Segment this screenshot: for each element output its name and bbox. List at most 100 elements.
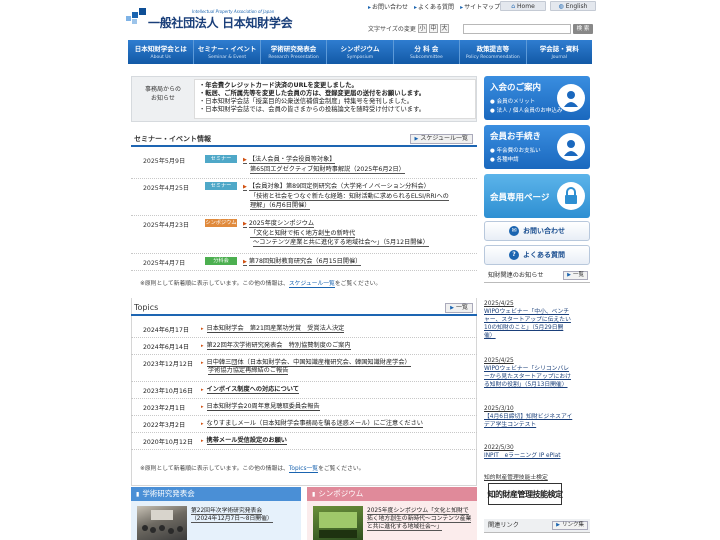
font-size-large[interactable]: 大 <box>439 24 449 33</box>
topics-line: 第22回年次学術研究発表会 特別協賛制度のご案内 <box>206 342 351 350</box>
sitemap-link[interactable]: サイトマップ <box>460 2 500 11</box>
home-icon: ⌂ <box>511 2 516 10</box>
faq-button[interactable]: ? よくある質問 <box>484 245 590 265</box>
news-date: 2025/4/25 <box>484 358 514 364</box>
research-text[interactable]: 第22回年次学術研究発表会 （2024年12月7日～8日開催） <box>191 507 273 523</box>
notice-item[interactable]: ・日本知財学会誌「授業目的公衆送信補償金制度」特集号を発刊しました。 <box>199 98 471 106</box>
related-news-list-button[interactable]: ▶ 一覧 <box>563 271 588 280</box>
arrow-icon: ▶ <box>243 221 247 228</box>
topics-date: 2024年6月17日 <box>143 327 190 334</box>
topics-row[interactable]: 2020年10月12日 携帯メール受信設定のお願い <box>131 433 477 450</box>
font-size-small[interactable]: 小 <box>417 24 427 33</box>
news-date: 2025/3/10 <box>484 406 514 412</box>
member-procedures-button[interactable]: 会員お手続き ● 年会費のお支払い ● 各種申請 <box>484 125 590 169</box>
notice-item[interactable]: ・年会費クレジットカード決済のURLを変更しました。 <box>199 82 471 90</box>
nav-research-label: 学術研究発表会 <box>270 45 317 53</box>
arrow-icon: ▶ <box>243 157 247 164</box>
procedures-item-label: 年会費のお支払い <box>496 148 541 154</box>
related-news-header: 知財関連のお知らせ ▶ 一覧 <box>484 269 590 283</box>
seminar-text[interactable]: ▶ 【会員対象】第89回定例研究会（大学発イノベーション分科会） 「技術と社会をつ… <box>243 182 449 210</box>
notice-item[interactable]: ・日本知財学会誌では、会員の皆さまからの投稿論文を随時受け付けています。 <box>199 106 471 114</box>
links-list-button[interactable]: ▶ リンク集 <box>552 521 588 530</box>
seminar-row[interactable]: 2025年4月7日 分科会 ▶ 第78回知財教育研究会（6月15日開催） <box>131 254 477 271</box>
research-panel[interactable]: 学術研究発表会 第22回年次学術研究発表会 （2024年12月7日～8日開催） <box>131 487 301 540</box>
topics-list-button[interactable]: ▶ 一覧 <box>445 303 473 313</box>
topics-line: 日本知財学会 第21回産業功労賞 受賞法人決定 <box>206 325 345 333</box>
news-item[interactable]: 2025/4/25 WIPOウェビナー「中小、ベンチ ャー、スタートアップに伝え… <box>484 300 571 340</box>
contact-button[interactable]: ✉ お問い合わせ <box>484 221 590 241</box>
logo-title: 一般社団法人 日本知財学会 <box>148 16 293 30</box>
nav-research[interactable]: 学術研究発表会 Research Presentation <box>259 40 326 64</box>
seminar-line: 第78回知財教育研究会（6月15日開催） <box>248 258 362 266</box>
cert-link[interactable]: 知的財産管理技能士検定 <box>484 474 548 482</box>
nav-seminar[interactable]: セミナー・イベント Seminar & Event <box>193 40 259 64</box>
seminar-note: ※原則として新着順に表示しています。この他の情報は、スケジュール一覧をご覧くださ… <box>140 278 381 288</box>
nav-journal-en: Journal <box>551 55 568 60</box>
notice-item[interactable]: ・転居、ご所属先等を変更した会員の方は、登録変更届の送付をお願いします。 <box>199 90 471 98</box>
cert-banner[interactable]: 知的財産管理技能検定 <box>487 483 564 505</box>
topics-row[interactable]: 2023年2月1日 日本知財学会20周年意見聴取委員会報告 <box>131 399 477 416</box>
symposium-panel[interactable]: シンポジウム 2025年度シンポジウム「文化と知財で 拓く地方創生の新時代～コン… <box>307 487 477 540</box>
notice-list: ・年会費クレジットカード決済のURLを変更しました。 ・転居、ご所属先等を変更し… <box>194 79 476 119</box>
contact-link[interactable]: お問い合わせ <box>368 2 408 11</box>
topics-text[interactable]: インボイス制度への対応について <box>201 386 299 394</box>
topics-text[interactable]: 日本知財学会20周年意見聴取委員会報告 <box>201 403 320 411</box>
seminar-row[interactable]: 2025年5月9日 セミナー ▶ 【法人会員・学会役員等対象】 第65回エグゼクテ… <box>131 152 477 179</box>
news-line: 【4月6日締切】知財ビジネスアイ <box>484 414 573 420</box>
notice-panel: 事務局からの お知らせ ・年会費クレジットカード決済のURLを変更しました。 ・… <box>131 76 477 122</box>
nav-subcommittee-en: Subcommittee <box>409 55 443 60</box>
faq-link[interactable]: よくある質問 <box>414 2 454 11</box>
topics-date: 2020年10月12日 <box>143 439 194 446</box>
topics-row[interactable]: 2023年10月16日 インボイス制度への対応について <box>131 382 477 399</box>
news-item[interactable]: 2022/5/30 INPIT eラーニング IP ePlat <box>484 444 561 460</box>
news-item[interactable]: 2025/3/10 【4月6日締切】知財ビジネスアイ デア学生コンテスト <box>484 405 572 429</box>
schedule-list-link[interactable]: スケジュール一覧 <box>288 281 335 288</box>
news-date: 2025/4/25 <box>484 301 514 307</box>
english-button[interactable]: ◍ English <box>550 1 596 11</box>
topics-text[interactable]: 日本知財学会 第21回産業功労賞 受賞法人決定 <box>201 325 345 333</box>
nav-journal-label: 学会誌・資料 <box>539 45 579 53</box>
members-page-button[interactable]: 会員専用ページ <box>484 174 590 218</box>
nav-policy-label: 政策提言等 <box>476 45 510 53</box>
topics-row[interactable]: 2024年6月14日 第22回年次学術研究発表会 特別協賛制度のご案内 <box>131 338 477 355</box>
nav-symposium[interactable]: シンポジウム Symposium <box>326 40 392 64</box>
topics-text[interactable]: なりすましメール（日本知財学会事務局を騙る迷惑メール）にご注意ください <box>201 420 423 428</box>
home-button[interactable]: ⌂ Home <box>500 1 546 11</box>
topics-row[interactable]: 2024年6月17日 日本知財学会 第21回産業功労賞 受賞法人決定 <box>131 321 477 338</box>
font-size-label: 文字サイズの変更 <box>368 26 416 33</box>
topics-text[interactable]: 日中韓三団体（日本知財学会、中国知識産権研究会、韓国知識財産学会）学術協力協定再… <box>201 359 411 375</box>
schedule-list-button[interactable]: ▶ スケジュール一覧 <box>409 134 473 144</box>
nav-about-label: 日本知財学会とは <box>134 45 187 53</box>
cert-banner-text: 知的財産管理技能検定 <box>487 488 564 499</box>
seminar-line: ～コンテンツ産業と共に進化する地域社会～」（5月12日開催） <box>253 239 429 247</box>
seminar-row[interactable]: 2025年4月25日 セミナー ▶ 【会員対象】第89回定例研究会（大学発イノベー… <box>131 179 477 216</box>
news-item[interactable]: 2025/4/25 WIPOウェビナー「シリコンバレ ーから見たスタートアップに… <box>484 357 571 389</box>
seminar-text[interactable]: ▶ 【法人会員・学会役員等対象】 第65回エグゼクティブ知財時事解説（2025年6… <box>243 155 405 174</box>
research-panel-title: 学術研究発表会 <box>131 487 301 501</box>
topics-text[interactable]: 携帯メール受信設定のお願い <box>201 437 287 445</box>
search-button[interactable]: 検 索 <box>573 24 593 34</box>
nav-about[interactable]: 日本知財学会とは About Us <box>128 40 193 64</box>
font-size-medium[interactable]: 中 <box>428 24 438 33</box>
topics-text[interactable]: 第22回年次学術研究発表会 特別協賛制度のご案内 <box>201 342 351 350</box>
person-icon <box>557 133 585 161</box>
topics-list-link[interactable]: Topics一覧 <box>288 466 319 473</box>
nav-journal[interactable]: 学会誌・資料 Journal <box>525 40 592 64</box>
symposium-line: と共に進化する地域社会～」 <box>367 524 443 531</box>
seminar-text[interactable]: ▶ 第78回知財教育研究会（6月15日開催） <box>243 257 362 267</box>
seminar-date: 2025年4月23日 <box>143 222 190 229</box>
search-input[interactable] <box>463 24 571 34</box>
topics-row[interactable]: 2023年12月12日 日中韓三団体（日本知財学会、中国知識産権研究会、韓国知識… <box>131 355 477 382</box>
seminar-text[interactable]: ▶ 2025年度シンポジウム 「文化と知財で拓く地方創生の新時代 ～コンテンツ産業… <box>243 219 429 247</box>
seminar-row[interactable]: 2025年4月23日 シンポジウム ▶ 2025年度シンポジウム 「文化と知財で拓… <box>131 216 477 254</box>
research-line: 第22回年次学術研究発表会 <box>191 508 263 515</box>
topics-row[interactable]: 2022年3月2日 なりすましメール（日本知財学会事務局を騙る迷惑メール）にご注… <box>131 416 477 433</box>
symposium-text[interactable]: 2025年度シンポジウム「文化と知財で 拓く地方創生の新時代～コンテンツ産業 と… <box>367 507 472 531</box>
news-line: WIPOウェビナー「シリコンバレ <box>484 366 570 372</box>
nav-policy[interactable]: 政策提言等 Policy Recommendation <box>459 40 525 64</box>
join-guide-button[interactable]: 入会のご案内 ● 会員のメリット ● 法人 / 個人会員のお申込み <box>484 76 590 120</box>
site-logo[interactable]: Intellectual Property Association of Jap… <box>126 8 296 38</box>
topics-date: 2022年3月2日 <box>143 422 186 429</box>
mail-icon: ✉ <box>509 226 519 236</box>
nav-subcommittee[interactable]: 分 科 会 Subcommittee <box>392 40 459 64</box>
